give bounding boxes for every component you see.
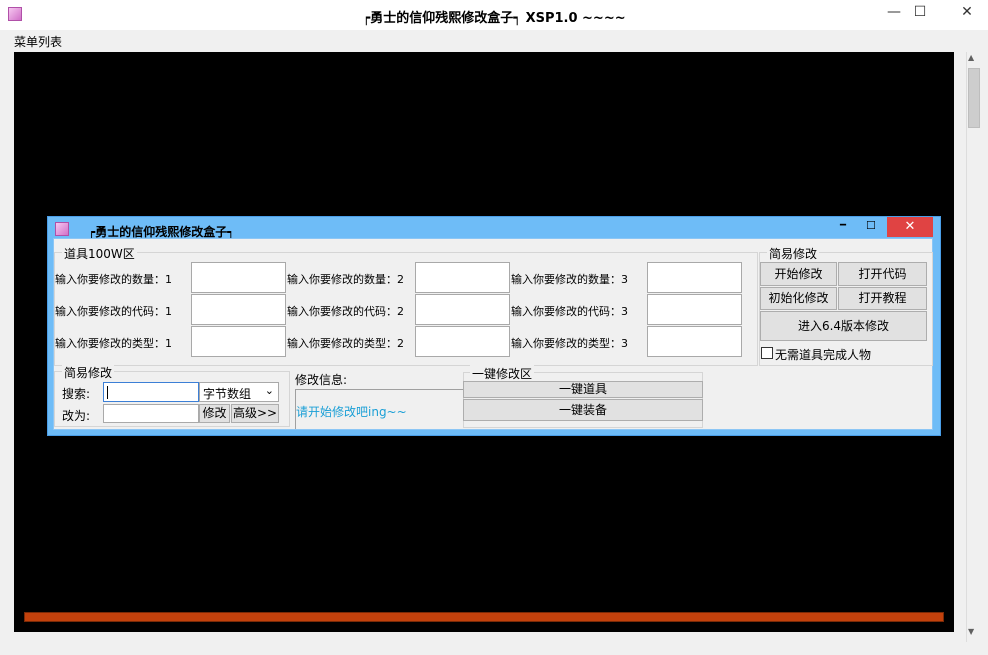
code-input-3[interactable]: [647, 294, 742, 325]
search-input[interactable]: [103, 382, 199, 402]
change-to-input[interactable]: [103, 404, 199, 423]
qty-label-1: 输入你要修改的数量：1: [55, 273, 172, 286]
maximize-button[interactable]: ☐: [910, 4, 930, 20]
vertical-scrollbar[interactable]: [966, 52, 983, 642]
qty-input-3[interactable]: [647, 262, 742, 293]
no-item-checkbox[interactable]: [761, 347, 773, 359]
qty-label-3: 输入你要修改的数量：3: [511, 273, 628, 286]
qty-label-2: 输入你要修改的数量：2: [287, 273, 404, 286]
simple-modify-right-legend: 简易修改: [767, 245, 820, 262]
items-group-legend: 道具100W区: [62, 245, 137, 262]
advanced-button[interactable]: 高级>>: [231, 404, 279, 423]
text-cursor: [107, 386, 108, 399]
type-input-2[interactable]: [415, 326, 510, 357]
onekey-equip-button[interactable]: 一键装备: [463, 399, 703, 421]
dialog-close-button[interactable]: ✕: [887, 217, 933, 237]
init-modify-button[interactable]: 初始化修改: [760, 287, 837, 310]
open-code-button[interactable]: 打开代码: [838, 262, 927, 286]
code-label-2: 输入你要修改的代码：2: [287, 305, 404, 318]
qty-input-2[interactable]: [415, 262, 510, 293]
scroll-down-icon[interactable]: ▼: [968, 627, 974, 636]
type-input-1[interactable]: [191, 326, 286, 357]
minimize-button[interactable]: —: [884, 4, 904, 20]
code-label-1: 输入你要修改的代码：1: [55, 305, 172, 318]
type-label-1: 输入你要修改的类型：1: [55, 337, 172, 350]
code-label-3: 输入你要修改的代码：3: [511, 305, 628, 318]
dialog-app-icon: [55, 222, 69, 236]
simple-modify-left-legend: 简易修改: [62, 364, 115, 381]
type-label-3: 输入你要修改的类型：3: [511, 337, 628, 350]
info-label: 修改信息:: [295, 373, 348, 387]
search-label: 搜索:: [62, 387, 91, 401]
menu-bar: [0, 30, 988, 50]
menu-item-list[interactable]: 菜单列表: [14, 33, 62, 50]
open-tutorial-button[interactable]: 打开教程: [838, 287, 927, 310]
onekey-items-button[interactable]: 一键道具: [463, 381, 703, 398]
chevron-down-icon: ⌄: [264, 384, 274, 397]
code-input-1[interactable]: [191, 294, 286, 325]
progress-bar: [24, 612, 944, 622]
type-label-2: 输入你要修改的类型：2: [287, 337, 404, 350]
dialog-minimize-button[interactable]: ━: [840, 220, 846, 231]
close-button[interactable]: ✕: [955, 4, 979, 20]
scroll-up-icon[interactable]: ▲: [968, 53, 974, 62]
scroll-thumb[interactable]: [968, 68, 980, 128]
window-title: ┍勇士的信仰残熙修改盒子┑ XSP1.0 ~~~~: [362, 11, 626, 26]
info-text: 请开始修改吧ing~~: [296, 405, 407, 419]
qty-input-1[interactable]: [191, 262, 286, 293]
enter-v64-button[interactable]: 进入6.4版本修改: [760, 311, 927, 341]
code-input-2[interactable]: [415, 294, 510, 325]
change-to-label: 改为:: [62, 409, 91, 423]
start-modify-button[interactable]: 开始修改: [760, 262, 837, 286]
type-select[interactable]: 字节数组 ⌄: [199, 382, 279, 402]
no-item-checkbox-label[interactable]: 无需道具完成人物: [775, 346, 871, 363]
type-select-value: 字节数组: [203, 387, 252, 401]
modify-button[interactable]: 修改: [199, 404, 230, 423]
dialog-maximize-button[interactable]: ☐: [866, 219, 876, 232]
onekey-legend: 一键修改区: [470, 365, 535, 382]
type-input-3[interactable]: [647, 326, 742, 357]
